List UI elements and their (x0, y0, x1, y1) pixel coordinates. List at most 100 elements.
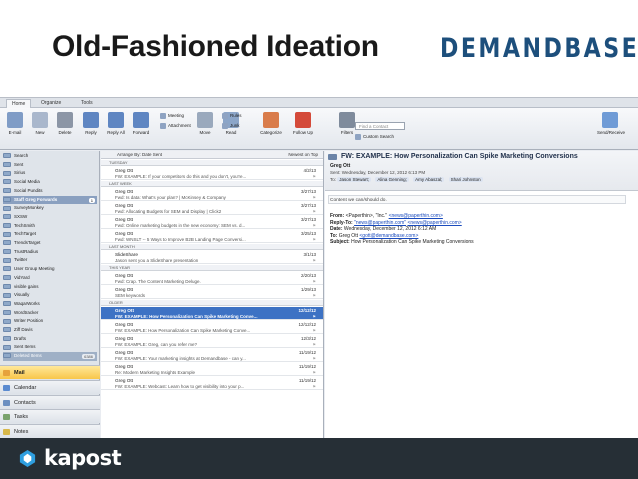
folder-item[interactable]: SurveyMonkey (3, 204, 97, 213)
fwd-reply-email-link[interactable]: <news@paperthin.com> (407, 220, 461, 226)
rules-button[interactable]: Rules (222, 112, 242, 120)
module-tasks[interactable]: Tasks (0, 409, 100, 424)
recipient-pill[interactable]: Shari Johnston (448, 177, 483, 182)
flag-icon[interactable]: ⚑ (312, 174, 316, 179)
flag-icon[interactable]: ⚑ (312, 223, 316, 228)
tab-tools[interactable]: Tools (76, 99, 98, 108)
message-sender[interactable]: Greg Ott (330, 163, 350, 169)
flag-icon[interactable]: ⚑ (312, 237, 316, 242)
tab-organize[interactable]: Organize (36, 99, 66, 108)
folder-item[interactable]: Ziff Davis (3, 326, 97, 335)
flag-icon[interactable]: ⚑ (312, 195, 316, 200)
message-row[interactable]: Greg Ott 3/25/13 Fwd: WNSLT -- 5 Ways to I… (101, 230, 323, 243)
module-notes[interactable]: Notes (0, 424, 100, 438)
folder-item[interactable]: Wordtracker (3, 309, 97, 318)
reply-all-button[interactable]: Reply All (103, 110, 129, 146)
recipient-pill[interactable]: Alina Genning; (375, 177, 409, 182)
date-group-header[interactable]: Last Week (101, 181, 323, 187)
message-row[interactable]: Greg Ott 3/27/13 Fwd: Allocating Budgets f… (101, 202, 323, 215)
folder-item[interactable]: VidYard (3, 274, 97, 283)
message-row[interactable]: SlideShare 3/1/13 Jason sent you a SlideSh… (101, 251, 323, 264)
date-group-header[interactable]: Tuesday (101, 160, 323, 166)
custom-search-icon (355, 133, 361, 140)
folder-item[interactable]: TrustRadius (3, 248, 97, 257)
folder-item[interactable]: Sirius (3, 169, 97, 178)
folder-item[interactable]: visible gains (3, 283, 97, 292)
flag-icon[interactable]: ⚑ (312, 314, 316, 319)
recipient-pill[interactable]: Amy Abaszal; (413, 177, 445, 182)
date-group-header[interactable]: Last Month (101, 244, 323, 250)
flag-icon[interactable]: ⚑ (312, 342, 316, 347)
flag-icon[interactable]: ⚑ (312, 356, 316, 361)
flag-icon[interactable]: ⚑ (312, 384, 316, 389)
send-receive-button[interactable]: Send/Receive (597, 110, 625, 146)
folder-item[interactable]: Drafts (3, 335, 97, 344)
categorize-button[interactable]: Categorize (258, 110, 284, 146)
module-mail[interactable]: Mail (0, 365, 100, 379)
arrange-by-bar[interactable]: Arrange By: Date Sent Newest on Top (101, 151, 323, 159)
attachment-button[interactable]: Attachment (160, 122, 191, 130)
message-subject: FW: EXAMPLE: Greg, can you refer me? (115, 342, 197, 347)
flag-icon[interactable]: ⚑ (312, 209, 316, 214)
message-row[interactable]: Greg Ott 4/2/13 FW: EXAMPLE: If your compe… (101, 167, 323, 180)
message-row[interactable]: Greg Ott 3/27/13 Fwd: Online marketing bud… (101, 216, 323, 229)
custom-search-button[interactable]: Custom Search (355, 133, 394, 141)
junk-button[interactable]: Junk (222, 122, 240, 130)
tab-home[interactable]: Home (6, 99, 32, 108)
message-row[interactable]: Greg Ott 12/12/12 FW: EXAMPLE: How Persona… (101, 307, 323, 320)
meeting-icon (160, 112, 166, 119)
message-row[interactable]: Greg Ott 12/3/12 FW: EXAMPLE: Greg, can yo… (101, 335, 323, 348)
folder-item[interactable]: Sent Items (3, 343, 97, 352)
module-calendar[interactable]: Calendar (0, 379, 100, 394)
flag-icon[interactable]: ⚑ (312, 293, 316, 298)
folder-item[interactable]: Sent (3, 161, 97, 170)
message-row[interactable]: Greg Ott 12/12/12 FW: EXAMPLE: How Persona… (101, 321, 323, 334)
folder-item[interactable]: Social Media (3, 178, 97, 187)
folder-item[interactable]: TechTarget (3, 230, 97, 239)
folder-item[interactable]: SXSW (3, 213, 97, 222)
flag-icon[interactable]: ⚑ (312, 370, 316, 375)
folder-item[interactable]: Writer Position (3, 317, 97, 326)
reply-button[interactable]: Reply (78, 110, 104, 146)
fwd-to-email-link[interactable]: <gott@demandbase.com> (359, 233, 418, 239)
folder-item[interactable]: Social Pundits (3, 187, 97, 196)
folder-item[interactable]: Search (3, 152, 97, 161)
message-date: 12/12/12 (298, 308, 316, 313)
date-group-header[interactable]: Older (101, 300, 323, 306)
flag-icon[interactable]: ⚑ (312, 258, 316, 263)
follow-up-button[interactable]: Follow Up (290, 110, 316, 146)
fwd-reply-name-link[interactable]: "news@paperthin.com" (354, 220, 406, 226)
message-row[interactable]: Greg Ott 1/29/13 SEM keywords ⚑ (101, 286, 323, 299)
flag-icon[interactable]: ⚑ (312, 279, 316, 284)
message-row[interactable]: Greg Ott 11/19/12 FW: EXAMPLE: Your market… (101, 349, 323, 362)
forward-button[interactable]: Forward (128, 110, 154, 146)
date-group-header[interactable]: This Year (101, 265, 323, 271)
fwd-from-email-link[interactable]: <news@paperthin.com> (389, 213, 443, 219)
unread-count-badge: 1 (88, 197, 95, 203)
find-contact-input[interactable]: Find a Contact (355, 122, 405, 130)
e-mail-button[interactable]: E-mail (2, 110, 28, 146)
folder-item[interactable]: Twitter (3, 256, 97, 265)
message-row[interactable]: Greg Ott 3/27/13 Fwd: Is data: What's your… (101, 188, 323, 201)
folder-item[interactable]: Deleted Items 6386 (3, 352, 97, 361)
message-row[interactable]: Greg Ott 11/19/12 FW: EXAMPLE: Webcast: Le… (101, 377, 323, 390)
folder-name: Sent Items (14, 344, 36, 350)
move-button[interactable]: Move (192, 110, 218, 146)
folder-item[interactable]: Staff Greg Forwards 1 (3, 195, 97, 205)
folder-item[interactable]: Visually (3, 291, 97, 300)
folder-item[interactable]: TrendsTarget (3, 239, 97, 248)
meeting-button[interactable]: Meeting (160, 112, 184, 120)
sort-order-label[interactable]: Newest on Top (288, 151, 318, 159)
delete-button[interactable]: Delete (52, 110, 78, 146)
message-row[interactable]: Greg Ott 11/19/12 Re: Modern Marketing Ins… (101, 363, 323, 376)
arrange-by-label[interactable]: Arrange By: Date Sent (117, 152, 162, 157)
message-row[interactable]: Greg Ott 2/20/13 Fwd: Crap. The Content Ma… (101, 272, 323, 285)
message-note: Content we can/should do. (330, 198, 387, 203)
folder-item[interactable]: TechSmith (3, 222, 97, 231)
flag-icon[interactable]: ⚑ (312, 328, 316, 333)
recipient-pill[interactable]: Jason Stewart; (337, 177, 372, 182)
new-button[interactable]: New (27, 110, 53, 146)
folder-item[interactable]: User Group Meeting (3, 265, 97, 274)
module-contacts[interactable]: Contacts (0, 394, 100, 409)
folder-item[interactable]: WaqarWorks (3, 300, 97, 309)
